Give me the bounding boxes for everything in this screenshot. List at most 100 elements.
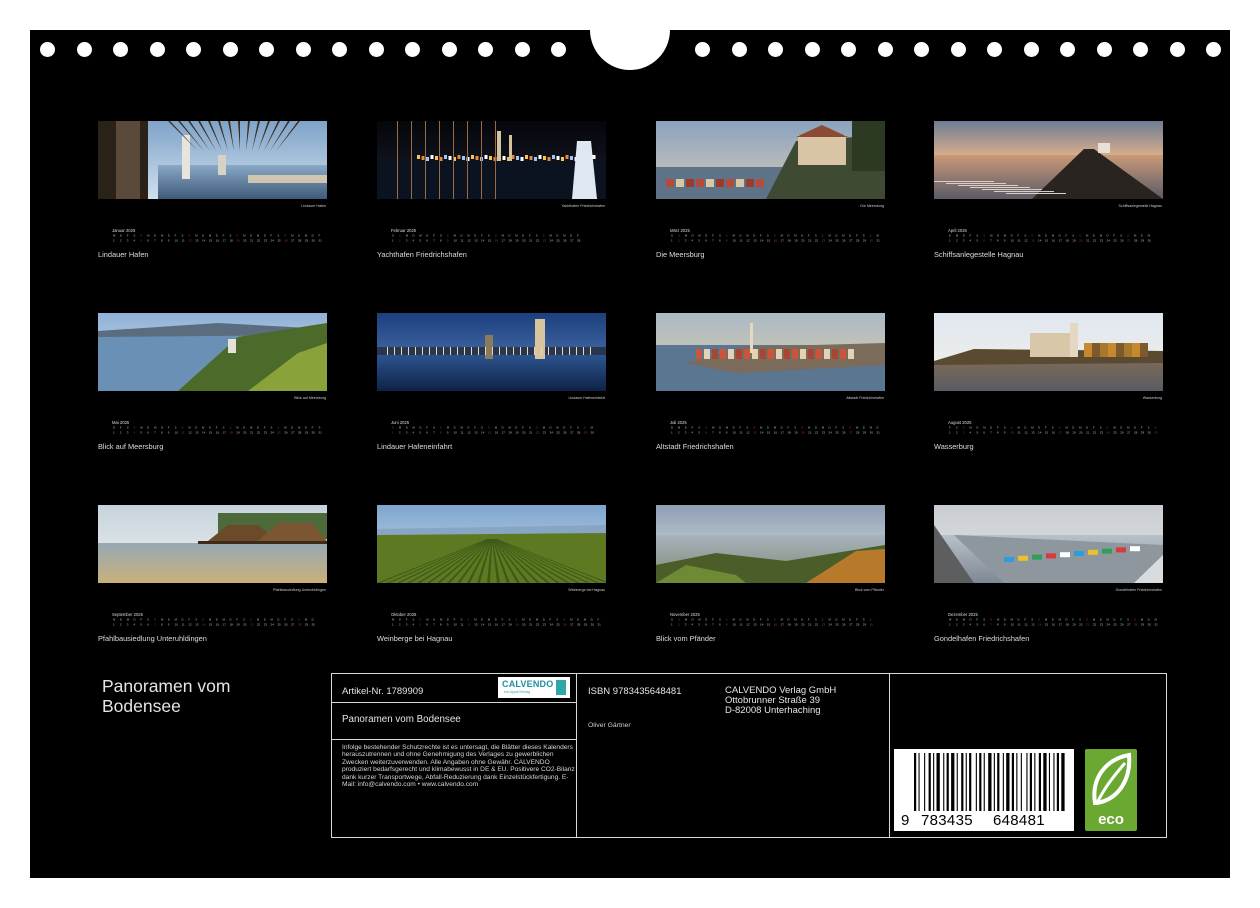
day-number: 1 <box>671 239 673 243</box>
day-number: 25 <box>835 239 839 243</box>
day-number: 10 <box>175 431 179 435</box>
photo-caption: Lindauer Hafen <box>301 204 326 208</box>
weekday-letter: D <box>577 618 579 622</box>
day-number: 17 <box>781 431 785 435</box>
barcode-digits-group-1: 783435 <box>921 812 973 829</box>
photo-scene <box>377 313 606 391</box>
weekday-letter: M <box>257 234 260 238</box>
weekday-letter: M <box>829 618 832 622</box>
day-number: 27 <box>1127 431 1131 435</box>
weekday-letter: M <box>474 618 477 622</box>
weekday-letter: D <box>719 426 721 430</box>
day-number: 6 <box>147 431 149 435</box>
weekday-letter: S <box>815 618 817 622</box>
weekday-letter: S <box>983 618 985 622</box>
weekday-letter: S <box>1148 426 1150 430</box>
day-number: 11 <box>740 623 743 627</box>
weekday-letter: F <box>454 618 456 622</box>
day-number: 12 <box>188 431 192 435</box>
weekday-letter: M <box>536 618 539 622</box>
day-number: 26 <box>563 431 567 435</box>
day-number: 20 <box>243 623 247 627</box>
day-number: 21 <box>529 431 533 435</box>
weekday-letter: M <box>1134 234 1137 238</box>
weekday-letter: M <box>842 234 845 238</box>
day-number: 17 <box>1059 623 1063 627</box>
day-number: 7 <box>433 239 435 243</box>
day-number: 24 <box>829 239 833 243</box>
day-number: 15 <box>488 239 492 243</box>
weekday-letter: M <box>502 234 505 238</box>
day-number: 2 <box>678 623 680 627</box>
day-number: 14 <box>481 623 485 627</box>
photo-caption: Altstadt Friedrichshafen <box>846 396 884 400</box>
day-number: 4 <box>692 623 694 627</box>
weekday-letter: S <box>271 426 273 430</box>
day-number: 25 <box>556 623 560 627</box>
month-title: Die Meersburg <box>656 250 705 259</box>
day-number: 21 <box>529 239 533 243</box>
weekday-letter: S <box>849 426 851 430</box>
day-number: 11 <box>461 239 464 243</box>
weekday-letter: D <box>502 426 504 430</box>
weekday-letter: S <box>1072 234 1074 238</box>
weekday-letter: D <box>767 426 769 430</box>
binding-hole <box>149 42 165 57</box>
day-number: 30 <box>870 239 874 243</box>
day-number: 13 <box>195 239 199 243</box>
day-number: 17 <box>223 431 227 435</box>
month-7: Altstadt Friedrichshafen Juli 2025 D 1 M 2 D 3 F… <box>656 313 886 453</box>
binding-hole <box>695 42 710 57</box>
weekday-letter: M <box>584 618 587 622</box>
weekday-letter: S <box>1024 234 1026 238</box>
calendar-title-line-1: Panoramen vom <box>102 676 231 696</box>
day-number: 19 <box>1072 623 1076 627</box>
day-number: 23 <box>1100 239 1104 243</box>
month-9: Pfahlbausiedlung Unteruhldingen September… <box>98 505 328 645</box>
weekday-letter: S <box>467 618 469 622</box>
binding-hole <box>841 42 856 57</box>
day-number: 21 <box>808 239 812 243</box>
day-number: 13 <box>1031 623 1035 627</box>
day-number: 18 <box>1065 623 1069 627</box>
calendar-title: Panoramen vom Bodensee <box>102 676 302 716</box>
weekday-letter: D <box>949 234 951 238</box>
weekday-letter: S <box>1011 426 1013 430</box>
day-number: 18 <box>508 431 512 435</box>
weekday-letter: D <box>1011 234 1013 238</box>
day-number: 23 <box>822 239 826 243</box>
day-number: 5 <box>419 431 421 435</box>
day-number: 28 <box>1134 623 1138 627</box>
day-number: 3 <box>963 239 965 243</box>
weekday-letter: S <box>1155 426 1157 430</box>
month-12: Gondelhafen Friedrichshafen Dezember 2025… <box>934 505 1164 645</box>
weekday-letter: D <box>264 618 266 622</box>
weekday-letter: M <box>298 426 301 430</box>
day-number: 22 <box>815 239 819 243</box>
weekday-letter: M <box>1065 426 1068 430</box>
weekday-letter: D <box>835 234 837 238</box>
day-number: 26 <box>1120 623 1124 627</box>
day-number: 7 <box>990 239 992 243</box>
day-number: 6 <box>426 431 428 435</box>
weekday-letter: F <box>570 426 572 430</box>
weekday-letter: D <box>298 234 300 238</box>
weekday-letter: F <box>175 234 177 238</box>
weekday-letter: S <box>1079 618 1081 622</box>
weekday-letter: D <box>990 426 992 430</box>
weekday-letter: S <box>1120 234 1122 238</box>
day-number: 13 <box>1031 431 1035 435</box>
day-number: 9 <box>447 239 449 243</box>
weekday-letter: D <box>997 234 999 238</box>
photo-caption: Pfahlbausiedlung Unteruhldingen <box>273 588 326 592</box>
day-number: 14 <box>481 239 485 243</box>
weekday-letter: D <box>168 234 170 238</box>
day-number: 11 <box>182 431 185 435</box>
day-strip: S1S2M3D4M5D6F7S8S9M10D11M12D13F14S15S16M… <box>671 618 873 627</box>
info-divider-1 <box>331 702 577 704</box>
day-number: 3 <box>685 431 687 435</box>
weekday-letter: D <box>543 618 545 622</box>
weekday-letter: F <box>550 618 552 622</box>
weekday-letter: M <box>202 426 205 430</box>
weekday-letter: D <box>495 618 497 622</box>
